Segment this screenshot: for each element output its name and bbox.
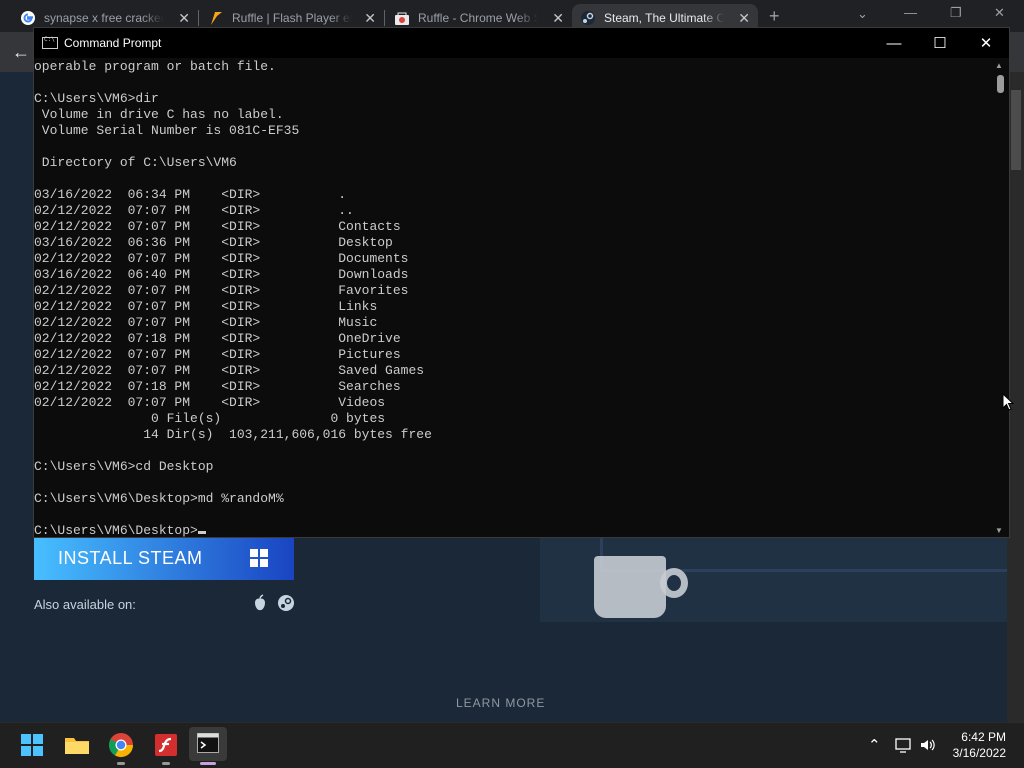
- browser-close-button[interactable]: ✕: [994, 5, 1005, 21]
- terminal-line: 02/12/2022 07:07 PM <DIR> Links: [34, 299, 378, 314]
- cmd-close-button[interactable]: ✕: [963, 28, 1009, 58]
- terminal-line: 02/12/2022 07:18 PM <DIR> Searches: [34, 379, 401, 394]
- scroll-up-arrow-icon[interactable]: ▲: [995, 61, 1003, 70]
- network-icon[interactable]: [895, 737, 913, 757]
- chrome-web-store-icon: [394, 10, 410, 26]
- clock-time: 6:42 PM: [961, 730, 1006, 744]
- terminal-line: 02/12/2022 07:18 PM <DIR> OneDrive: [34, 331, 401, 346]
- terminal-line: 02/12/2022 07:07 PM <DIR> Music: [34, 315, 378, 330]
- terminal-line: 02/12/2022 07:07 PM <DIR> Favorites: [34, 283, 409, 298]
- terminal-line: Directory of C:\Users\VM6: [34, 155, 237, 170]
- terminal-line: C:\Users\VM6\Desktop>md %randoM%: [34, 491, 284, 506]
- google-icon: [20, 10, 36, 26]
- terminal-line: 02/12/2022 07:07 PM <DIR> Pictures: [34, 347, 401, 362]
- command-prompt-taskbar-button[interactable]: [189, 727, 227, 761]
- cmd-scrollbar[interactable]: ▲ ▼: [992, 59, 1009, 537]
- windows-logo-icon: [250, 549, 268, 567]
- close-tab-icon[interactable]: ✕: [364, 10, 376, 27]
- browser-minimize-button[interactable]: —: [904, 5, 917, 20]
- terminal-line: operable program or batch file.: [34, 59, 276, 74]
- terminal-line: 02/12/2022 07:07 PM <DIR> ..: [34, 203, 354, 218]
- cmd-active-indicator: [200, 762, 216, 765]
- coffee-cup-handle: [660, 568, 688, 598]
- apple-icon[interactable]: [251, 594, 269, 612]
- cmd-window-title: Command Prompt: [64, 36, 162, 50]
- cmd-scrollbar-thumb[interactable]: [997, 75, 1004, 93]
- terminal-line: 03/16/2022 06:40 PM <DIR> Downloads: [34, 267, 409, 282]
- start-icon[interactable]: [18, 731, 46, 759]
- coffee-cup-icon: [594, 556, 666, 618]
- chrome-icon[interactable]: [107, 731, 135, 759]
- file-explorer-icon[interactable]: [63, 731, 91, 759]
- ruffle-icon: [208, 10, 224, 26]
- tab-divider: [198, 10, 199, 26]
- terminal-line: 02/12/2022 07:07 PM <DIR> Videos: [34, 395, 386, 410]
- close-tab-icon[interactable]: ✕: [738, 10, 750, 27]
- also-available-label: Also available on:: [34, 597, 136, 612]
- tab-search-chevron-icon[interactable]: ⌄: [857, 6, 868, 22]
- volume-icon[interactable]: [919, 737, 937, 757]
- chrome-running-indicator: [117, 762, 125, 765]
- clock-date: 3/16/2022: [952, 746, 1006, 760]
- terminal-line: 03/16/2022 06:36 PM <DIR> Desktop: [34, 235, 393, 250]
- terminal-line: 02/12/2022 07:07 PM <DIR> Documents: [34, 251, 409, 266]
- show-hidden-icons-chevron-icon[interactable]: ⌃: [868, 736, 881, 754]
- scroll-down-arrow-icon[interactable]: ▼: [995, 526, 1003, 535]
- terminal-prompt: C:\Users\VM6\Desktop>: [34, 523, 198, 537]
- text-cursor: [197, 531, 206, 534]
- mouse-cursor-icon: [1002, 392, 1015, 416]
- command-prompt-icon: [42, 36, 58, 49]
- cmd-maximize-button[interactable]: ☐: [917, 28, 963, 58]
- close-tab-icon[interactable]: ✕: [178, 10, 190, 27]
- windows-taskbar: ⌃ 6:42 PM 3/16/2022: [0, 722, 1024, 768]
- install-steam-button[interactable]: INSTALL STEAM: [34, 536, 294, 580]
- terminal-line: Volume Serial Number is 081C-EF35: [34, 123, 300, 138]
- terminal-line: 02/12/2022 07:07 PM <DIR> Contacts: [34, 219, 401, 234]
- flash-running-indicator: [162, 762, 170, 765]
- system-clock[interactable]: 6:42 PM 3/16/2022: [953, 729, 1006, 761]
- tab-divider: [384, 10, 385, 26]
- terminal-line: C:\Users\VM6>cd Desktop: [34, 459, 214, 474]
- terminal-line: Volume in drive C has no label.: [34, 107, 284, 122]
- page-scrollbar-thumb[interactable]: [1011, 90, 1021, 170]
- learn-more-link[interactable]: LEARN MORE: [456, 696, 545, 710]
- steamos-icon[interactable]: [277, 594, 295, 612]
- cmd-minimize-button[interactable]: —: [871, 28, 917, 58]
- terminal-prompt-line[interactable]: C:\Users\VM6\Desktop>: [34, 523, 994, 537]
- terminal-line: 14 Dir(s) 103,211,606,016 bytes free: [34, 427, 432, 442]
- back-arrow-icon[interactable]: ←: [12, 42, 30, 63]
- terminal-line: 03/16/2022 06:34 PM <DIR> .: [34, 187, 347, 202]
- steam-icon: [580, 10, 596, 26]
- cmd-title-bar[interactable]: Command Prompt — ☐ ✕: [34, 28, 1009, 58]
- command-prompt-window: Command Prompt — ☐ ✕ operable program or…: [33, 27, 1010, 538]
- terminal-line: 0 File(s) 0 bytes: [34, 411, 386, 426]
- terminal-line: C:\Users\VM6>dir: [34, 91, 159, 106]
- terminal-output[interactable]: operable program or batch file. C:\Users\…: [34, 59, 994, 537]
- flash-player-icon[interactable]: [152, 731, 180, 759]
- new-tab-button[interactable]: +: [769, 6, 780, 27]
- browser-restore-button[interactable]: ❐: [950, 5, 962, 21]
- close-tab-icon[interactable]: ✕: [552, 10, 564, 27]
- terminal-line: 02/12/2022 07:07 PM <DIR> Saved Games: [34, 363, 425, 378]
